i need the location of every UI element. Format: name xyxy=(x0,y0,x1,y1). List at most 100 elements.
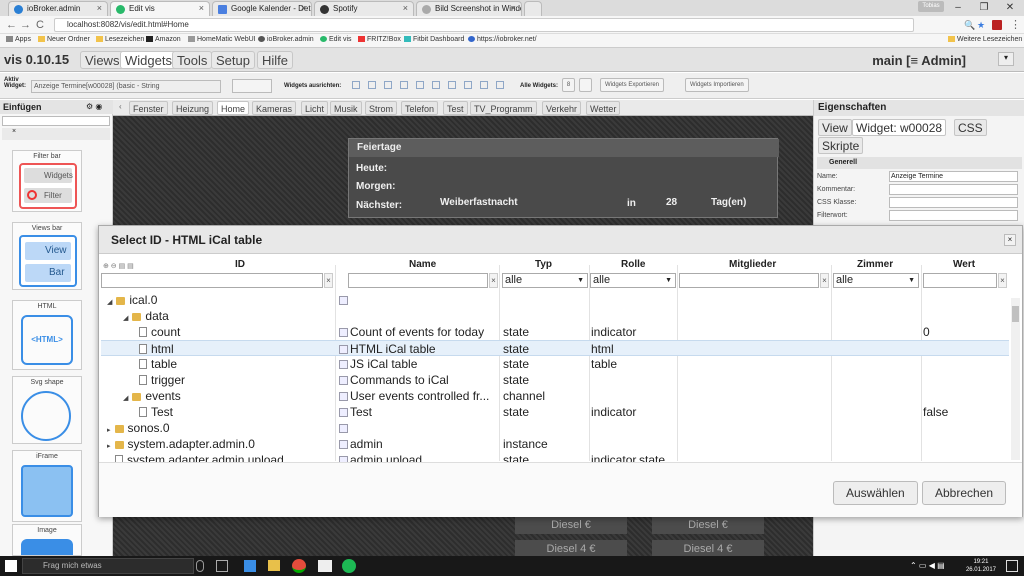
task-view-icon[interactable] xyxy=(216,560,228,572)
scrollbar-thumb[interactable] xyxy=(1012,306,1019,322)
filter-typ-select[interactable]: alle ▼ xyxy=(502,273,588,288)
refresh-widgets-icon[interactable] xyxy=(579,78,592,92)
collapse-icon[interactable]: ◢ xyxy=(107,299,112,306)
collapse-icon[interactable]: ◢ xyxy=(123,315,128,322)
browser-tab[interactable]: ioBroker.admin × xyxy=(8,1,108,16)
spotify-icon[interactable] xyxy=(342,559,356,573)
align-middle-icon[interactable] xyxy=(432,81,440,89)
menu-widgets[interactable]: Widgets xyxy=(120,51,177,69)
prop-css-class-input[interactable] xyxy=(889,197,1018,208)
tab-view[interactable]: Wetter xyxy=(586,101,621,115)
bookmark-folder[interactable]: Lesezeichen xyxy=(96,36,144,43)
window-close-icon[interactable]: ✕ xyxy=(996,0,1024,15)
zoom-icon[interactable]: 🔍 xyxy=(964,18,975,32)
palette-widget-filterbar[interactable]: Filter bar Widgets Filter xyxy=(12,150,82,212)
new-tab-button[interactable] xyxy=(524,1,542,16)
tree-row[interactable]: ▸ system.adapter.admin.0 admin instance xyxy=(101,436,1009,452)
palette-set-select[interactable]: × xyxy=(2,128,110,140)
menu-hilfe[interactable]: Hilfe xyxy=(257,51,294,69)
browser-tab[interactable]: Google Kalender - Detai × xyxy=(212,1,312,16)
bookmark-editvis[interactable]: Edit vis xyxy=(320,36,352,43)
tree-row[interactable]: table JS iCal table state table xyxy=(101,356,1009,372)
palette-widget-viewsbar[interactable]: Views bar View Bar xyxy=(12,222,82,290)
clear-filter-name-icon[interactable]: × xyxy=(489,273,498,288)
pdf-extension-icon[interactable] xyxy=(992,20,1002,30)
filter-id-input[interactable] xyxy=(101,273,323,288)
tab-view[interactable]: Home xyxy=(217,101,250,115)
prop-kommentar-input[interactable] xyxy=(889,184,1018,195)
expand-icon[interactable]: ▸ xyxy=(107,427,111,434)
tab-view[interactable]: Fenster xyxy=(129,101,168,115)
tab-view[interactable]: Test xyxy=(443,101,468,115)
same-height-icon[interactable] xyxy=(496,81,504,89)
align-right-icon[interactable] xyxy=(368,81,376,89)
palette-widget-iframe[interactable]: iFrame xyxy=(12,450,82,522)
bookmark-fritzbox[interactable]: FRITZ!Box xyxy=(358,36,401,43)
bookmark-amazon[interactable]: Amazon xyxy=(146,36,181,43)
col-header-rolle[interactable]: Rolle xyxy=(621,259,645,270)
mail-icon[interactable] xyxy=(318,560,332,572)
select-button[interactable]: Auswählen xyxy=(833,481,918,505)
filter-name-input[interactable] xyxy=(348,273,488,288)
palette-tools-icon[interactable]: ⚙ ◉ xyxy=(86,102,102,111)
bookmark-apps[interactable]: Apps xyxy=(6,36,31,43)
taskbar-search-input[interactable]: Frag mich etwas xyxy=(22,558,194,574)
prop-filterwort-input[interactable] xyxy=(889,210,1018,221)
align-center-icon[interactable] xyxy=(416,81,424,89)
tab-view[interactable]: Kameras xyxy=(252,101,297,115)
cancel-button[interactable]: Abbrechen xyxy=(922,481,1007,505)
clear-filter-id-icon[interactable]: × xyxy=(324,273,333,288)
col-header-wert[interactable]: Wert xyxy=(953,259,975,270)
bookmark-iobroker-net[interactable]: https://iobroker.net/ xyxy=(468,36,537,43)
tab-view[interactable]: TV_Programm xyxy=(470,101,537,115)
dialog-close-icon[interactable]: × xyxy=(1004,234,1016,246)
tree-row[interactable]: ◢ events User events controlled fr... chann… xyxy=(101,388,1009,404)
reload-icon[interactable]: C xyxy=(36,18,44,32)
diesel-widget[interactable]: Diesel € xyxy=(652,516,764,534)
col-header-id[interactable]: ID xyxy=(235,259,245,270)
close-icon[interactable]: × xyxy=(511,3,516,13)
same-width-icon[interactable] xyxy=(480,81,488,89)
export-widgets-button[interactable]: Widgets Exportieren xyxy=(600,78,665,92)
browser-tab[interactable]: Bild Screenshot in Windo × xyxy=(416,1,522,16)
diesel-widget[interactable]: Diesel € xyxy=(515,516,627,534)
header-menu-button[interactable]: ▾ xyxy=(998,52,1014,66)
tree-scrollbar[interactable] xyxy=(1011,298,1020,460)
browser-tab[interactable]: Edit vis × xyxy=(110,1,210,16)
tabs-left-icon[interactable]: ‹ xyxy=(119,102,122,111)
palette-widget-svgshape[interactable]: Svg shape xyxy=(12,376,82,444)
close-icon[interactable]: × xyxy=(301,3,306,13)
explorer-icon[interactable] xyxy=(268,560,280,571)
palette-filter-input[interactable] xyxy=(2,116,110,126)
bookmark-homematic[interactable]: HomeMatic WebUI xyxy=(188,36,256,43)
tab-view[interactable]: Telefon xyxy=(401,101,439,115)
clear-filter-mitglieder-icon[interactable]: × xyxy=(820,273,829,288)
collapse-icon[interactable]: ◢ xyxy=(123,395,128,402)
expand-icon[interactable]: ▸ xyxy=(107,443,111,450)
browser-tab[interactable]: Spotify × xyxy=(314,1,414,16)
tab-view[interactable]: Heizung xyxy=(172,101,214,115)
bookmark-iobroker[interactable]: ioBroker.admin xyxy=(258,36,314,43)
tree-row[interactable]: system.adapter.admin.upload admin.upload s… xyxy=(101,452,1009,462)
widget-action-buttons[interactable] xyxy=(232,79,272,93)
tray-icons[interactable]: ⌃ ▭ ◀ ▤ xyxy=(910,561,945,570)
filter-zimmer-select[interactable]: alle ▼ xyxy=(833,273,919,288)
widget-count-button[interactable]: 8 xyxy=(562,78,575,92)
close-icon[interactable]: × xyxy=(403,3,408,13)
col-header-zimmer[interactable]: Zimmer xyxy=(857,259,893,270)
tree-row[interactable]: count Count of events for today state indic… xyxy=(101,324,1009,340)
tree-expand-collapse-icons[interactable]: ⊕ ⊖ ▤ ▤ xyxy=(103,262,134,270)
menu-tools[interactable]: Tools xyxy=(172,51,213,69)
tab-view[interactable]: Verkehr xyxy=(542,101,582,115)
bookmark-more[interactable]: Weitere Lesezeichen xyxy=(948,36,1022,43)
tab-view[interactable]: Licht xyxy=(301,101,329,115)
tab-css-props[interactable]: CSS xyxy=(954,119,987,136)
taskbar-clock[interactable]: 19:21 26.01.2017 xyxy=(966,558,996,574)
palette-widget-html[interactable]: HTML <HTML> xyxy=(12,300,82,370)
profile-badge[interactable]: Tobias xyxy=(918,1,944,12)
section-generell[interactable]: Generell xyxy=(817,157,1022,169)
microphone-icon[interactable] xyxy=(196,560,204,572)
import-widgets-button[interactable]: Widgets Importieren xyxy=(685,78,749,92)
align-bottom-icon[interactable] xyxy=(400,81,408,89)
tab-view[interactable]: Musik xyxy=(330,101,362,115)
